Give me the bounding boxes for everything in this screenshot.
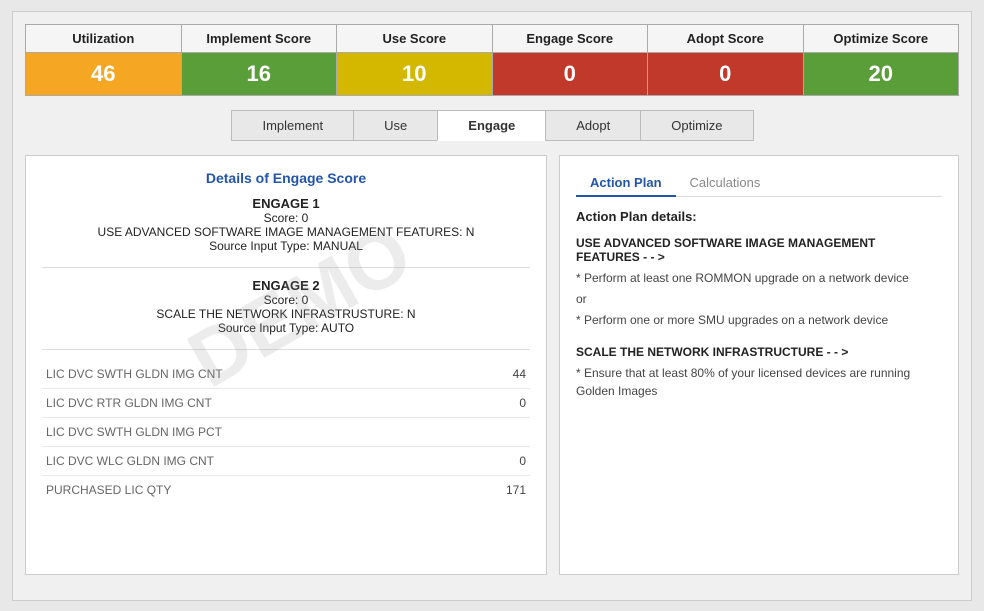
engage-label: Engage Score	[493, 25, 648, 53]
data-val-1: 0	[519, 396, 526, 410]
score-cell-optimize: Optimize Score 20	[804, 25, 959, 95]
right-tabs: Action Plan Calculations	[576, 170, 942, 197]
right-tab-action-plan[interactable]: Action Plan	[576, 170, 676, 197]
use-label: Use Score	[337, 25, 492, 53]
score-cell-adopt: Adopt Score 0	[648, 25, 804, 95]
tab-engage[interactable]: Engage	[437, 110, 546, 141]
data-row-4: PURCHASED LIC QTY 171	[42, 476, 530, 504]
right-panel: Action Plan Calculations Action Plan det…	[559, 155, 959, 575]
tab-adopt[interactable]: Adopt	[545, 110, 641, 141]
engage2-title: ENGAGE 2	[42, 278, 530, 293]
data-row-0: LIC DVC SWTH GLDN IMG CNT 44	[42, 360, 530, 389]
engage1-source: Source Input Type: MANUAL	[42, 239, 530, 253]
main-container: Utilization 46 Implement Score 16 Use Sc…	[12, 11, 972, 601]
score-cell-implement: Implement Score 16	[182, 25, 338, 95]
action-section-0: USE ADVANCED SOFTWARE IMAGE MANAGEMENT F…	[576, 236, 942, 329]
data-row-1: LIC DVC RTR GLDN IMG CNT 0	[42, 389, 530, 418]
content-area: Details of Engage Score ENGAGE 1 Score: …	[25, 155, 959, 575]
data-val-4: 171	[506, 483, 526, 497]
action-item-1-0: * Ensure that at least 80% of your licen…	[576, 364, 942, 400]
implement-label: Implement Score	[182, 25, 337, 53]
data-key-1: LIC DVC RTR GLDN IMG CNT	[46, 396, 212, 410]
engage2-feature: SCALE THE NETWORK INFRASTRUSTURE: N	[42, 307, 530, 321]
adopt-label: Adopt Score	[648, 25, 803, 53]
score-cell-use: Use Score 10	[337, 25, 493, 95]
tab-use[interactable]: Use	[353, 110, 438, 141]
action-feature-title-0: USE ADVANCED SOFTWARE IMAGE MANAGEMENT F…	[576, 236, 942, 264]
action-feature-title-1: SCALE THE NETWORK INFRASTRUCTURE - - >	[576, 345, 942, 359]
score-cell-engage: Engage Score 0	[493, 25, 649, 95]
action-item-0-1: or	[576, 290, 942, 308]
data-val-3: 0	[519, 454, 526, 468]
engage1-feature: USE ADVANCED SOFTWARE IMAGE MANAGEMENT F…	[42, 225, 530, 239]
utilization-value: 46	[26, 53, 181, 95]
data-key-3: LIC DVC WLC GLDN IMG CNT	[46, 454, 214, 468]
data-key-0: LIC DVC SWTH GLDN IMG CNT	[46, 367, 223, 381]
data-val-0: 44	[513, 367, 526, 381]
tab-implement[interactable]: Implement	[231, 110, 354, 141]
score-header: Utilization 46 Implement Score 16 Use Sc…	[25, 24, 959, 96]
engage1-title: ENGAGE 1	[42, 196, 530, 211]
score-cell-utilization: Utilization 46	[26, 25, 182, 95]
action-section-1: SCALE THE NETWORK INFRASTRUCTURE - - > *…	[576, 345, 942, 400]
left-panel: Details of Engage Score ENGAGE 1 Score: …	[25, 155, 547, 575]
optimize-value: 20	[804, 53, 959, 95]
data-key-2: LIC DVC SWTH GLDN IMG PCT	[46, 425, 222, 439]
engage2-source: Source Input Type: AUTO	[42, 321, 530, 335]
engage1-block: ENGAGE 1 Score: 0 USE ADVANCED SOFTWARE …	[42, 196, 530, 253]
engage2-block: ENGAGE 2 Score: 0 SCALE THE NETWORK INFR…	[42, 278, 530, 335]
engage-value: 0	[493, 53, 648, 95]
data-rows: LIC DVC SWTH GLDN IMG CNT 44 LIC DVC RTR…	[42, 360, 530, 504]
implement-value: 16	[182, 53, 337, 95]
data-row-2: LIC DVC SWTH GLDN IMG PCT	[42, 418, 530, 447]
action-plan-title: Action Plan details:	[576, 209, 942, 224]
action-item-0-0: * Perform at least one ROMMON upgrade on…	[576, 269, 942, 287]
tab-optimize[interactable]: Optimize	[640, 110, 753, 141]
tabs-container: Implement Use Engage Adopt Optimize	[25, 110, 959, 141]
left-panel-title: Details of Engage Score	[42, 170, 530, 186]
divider-2	[42, 349, 530, 350]
optimize-label: Optimize Score	[804, 25, 959, 53]
data-key-4: PURCHASED LIC QTY	[46, 483, 171, 497]
data-row-3: LIC DVC WLC GLDN IMG CNT 0	[42, 447, 530, 476]
action-item-0-2: * Perform one or more SMU upgrades on a …	[576, 311, 942, 329]
engage1-score: Score: 0	[42, 211, 530, 225]
adopt-value: 0	[648, 53, 803, 95]
engage2-score: Score: 0	[42, 293, 530, 307]
right-tab-calculations[interactable]: Calculations	[676, 170, 775, 197]
utilization-label: Utilization	[26, 25, 181, 53]
divider-1	[42, 267, 530, 268]
use-value: 10	[337, 53, 492, 95]
